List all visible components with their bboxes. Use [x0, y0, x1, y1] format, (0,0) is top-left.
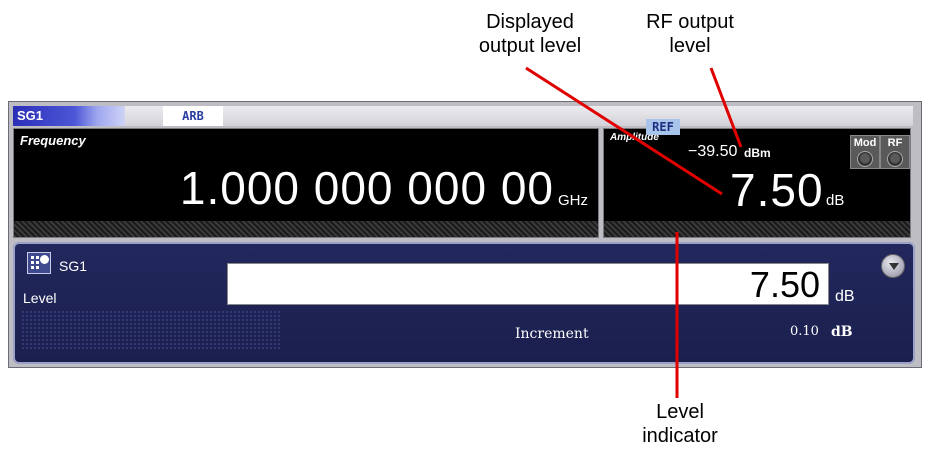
- callout-text: output level: [478, 35, 582, 57]
- callout-text: Displayed: [486, 11, 574, 33]
- editor-param-label: Level: [23, 290, 57, 306]
- callout-text: RF output: [646, 11, 734, 33]
- callout-text: indicator: [642, 425, 718, 447]
- rf-toggle-label: RF: [887, 137, 903, 149]
- level-indicator-ref-badge: REF: [646, 119, 680, 135]
- hatch-strip: [604, 221, 910, 237]
- rf-output-level-unit: dBm: [744, 146, 771, 160]
- tab-bar: SG1 ARB: [13, 106, 913, 126]
- toggle-icon: [857, 151, 873, 167]
- keypad-icon[interactable]: [27, 252, 51, 274]
- amplitude-display[interactable]: Amplitude −39.50 dBm 7.50 dB Mod RF: [603, 128, 911, 238]
- rf-output-level: −39.50: [688, 143, 738, 160]
- increment-value[interactable]: 0.10: [790, 324, 819, 339]
- level-input-unit: dB: [835, 288, 855, 305]
- callout-displayed-output-level: Displayed output level: [455, 10, 605, 58]
- frequency-display[interactable]: Frequency 1.000 000 000 00 GHz: [13, 128, 599, 238]
- hatch-strip: [14, 221, 598, 237]
- callout-text: Level: [656, 401, 704, 423]
- level-input[interactable]: 7.50: [227, 263, 829, 305]
- displayed-output-level: 7.50: [730, 164, 824, 216]
- frequency-unit: GHz: [558, 192, 588, 209]
- tab-arb[interactable]: ARB: [163, 106, 223, 126]
- callout-rf-output-level: RF output level: [625, 10, 755, 58]
- parameter-editor: SG1 Level 7.50 dB Increment 0.10 dB: [13, 242, 915, 364]
- rf-toggle[interactable]: RF: [880, 135, 910, 169]
- mod-toggle-label: Mod: [853, 137, 877, 149]
- callout-level-indicator: Level indicator: [610, 400, 750, 448]
- toggle-icon: [887, 151, 903, 167]
- displayed-output-level-unit: dB: [826, 192, 845, 209]
- frequency-value: 1.000 000 000 00: [179, 162, 554, 214]
- increment-unit: dB: [831, 324, 853, 340]
- increment-label: Increment: [515, 326, 589, 342]
- tab-sg1[interactable]: SG1: [13, 106, 125, 126]
- dot-texture: [21, 310, 281, 350]
- frequency-label: Frequency: [20, 133, 86, 148]
- editor-title: SG1: [59, 258, 88, 274]
- callout-text: level: [669, 35, 711, 57]
- down-arrow-icon[interactable]: [881, 254, 905, 278]
- signal-generator-panel: SG1 ARB Frequency 1.000 000 000 00 GHz A…: [8, 101, 922, 368]
- mod-toggle[interactable]: Mod: [850, 135, 880, 169]
